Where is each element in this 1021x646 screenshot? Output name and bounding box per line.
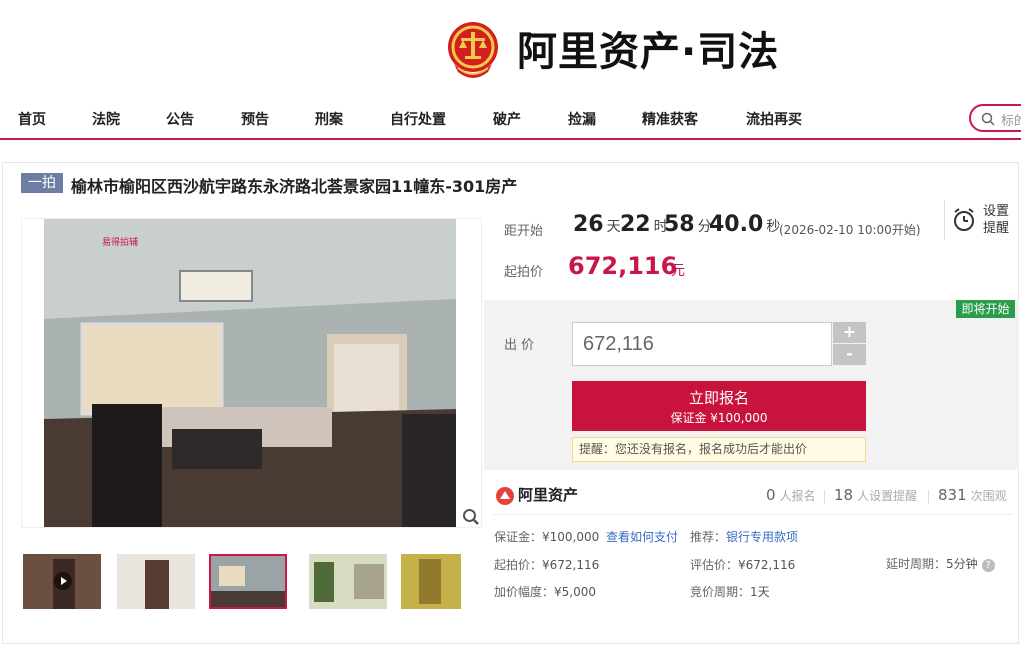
countdown-hours: 22 时 bbox=[620, 212, 668, 237]
set-reminder-button[interactable]: 设置 提醒 bbox=[983, 203, 1009, 237]
divider bbox=[928, 490, 929, 504]
start-price-label: 起拍价 bbox=[504, 265, 544, 280]
main-photo[interactable]: 易得拍辅 bbox=[21, 218, 482, 528]
photo-watermark: 易得拍辅 bbox=[102, 236, 138, 248]
bank-account-link[interactable]: 银行专用款项 bbox=[726, 530, 798, 544]
nav-item-court[interactable]: 法院 bbox=[92, 109, 120, 129]
play-icon[interactable] bbox=[54, 572, 72, 590]
deposit-label: 保证金 ¥100,000 bbox=[670, 411, 768, 425]
signup-button[interactable]: 立即报名 保证金 ¥100,000 bbox=[572, 381, 866, 431]
start-price-value: 672,116 bbox=[568, 252, 678, 280]
view-count: 831 次围观 bbox=[938, 486, 1007, 504]
countdown-label: 距开始 bbox=[504, 224, 544, 239]
thumbnail-5[interactable] bbox=[401, 554, 479, 609]
signup-count: 0 人报名 bbox=[766, 486, 816, 504]
countdown-days: 26 天 bbox=[573, 212, 621, 237]
search-icon bbox=[981, 112, 995, 126]
divider bbox=[944, 200, 945, 240]
main-nav: 首页 法院 公告 预告 刑案 自行处置 破产 捡漏 精准获客 流拍再买 bbox=[0, 100, 1021, 140]
listing-title: 榆林市榆阳区西沙航宇路东永济路北荟景家园11幢东-301房产 bbox=[71, 177, 518, 196]
how-to-pay-link[interactable]: 查看如何支付 bbox=[606, 528, 678, 545]
search-placeholder: 标的 bbox=[1001, 114, 1021, 129]
nav-item-rebuy[interactable]: 流拍再买 bbox=[746, 109, 802, 129]
bid-amount-input[interactable]: 672,116 bbox=[572, 322, 832, 366]
auction-round-tag: 一拍 bbox=[21, 173, 63, 193]
recommend-info: 推荐：银行专用款项 bbox=[690, 530, 799, 544]
zoom-icon[interactable] bbox=[462, 508, 480, 526]
status-badge: 即将开始 bbox=[956, 300, 1015, 318]
thumbnail-3-selected[interactable] bbox=[209, 554, 287, 609]
bid-decrease-button[interactable]: - bbox=[833, 344, 866, 365]
evaluation-price-info: 评估价：¥672,116 bbox=[690, 558, 796, 572]
increment-info: 加价幅度：¥5,000 bbox=[494, 585, 597, 599]
bid-cycle-info: 竞价周期：1天 bbox=[690, 585, 770, 599]
site-header: 阿里资产·司法 bbox=[0, 0, 1021, 100]
divider bbox=[493, 514, 1013, 515]
platform-name: 阿里资产 bbox=[518, 486, 579, 504]
alarm-clock-icon[interactable] bbox=[952, 207, 976, 233]
thumbnail-2[interactable] bbox=[117, 554, 195, 609]
reminder-count: 18 人设置提醒 bbox=[834, 486, 918, 504]
thumbnail-image bbox=[309, 554, 387, 609]
nav-item-bargain[interactable]: 捡漏 bbox=[568, 109, 596, 129]
delay-period-info: 延时周期：5分钟? bbox=[886, 555, 995, 572]
signup-label: 立即报名 bbox=[688, 389, 749, 407]
court-emblem-icon bbox=[448, 22, 498, 78]
deposit-info: 保证金：¥100,000 bbox=[494, 530, 600, 544]
thumbnail-image bbox=[117, 554, 195, 609]
start-price-info: 起拍价：¥672,116 bbox=[494, 558, 600, 572]
brand-name[interactable]: 阿里资产·司法 bbox=[517, 26, 779, 78]
signup-warning: 提醒：您还没有报名，报名成功后才能出价 bbox=[572, 437, 866, 462]
countdown-seconds: 40.0 秒 bbox=[709, 212, 781, 237]
ali-assets-logo-icon bbox=[496, 487, 514, 505]
nav-item-bankruptcy[interactable]: 破产 bbox=[493, 109, 521, 129]
search-input[interactable]: 标的 bbox=[969, 104, 1021, 132]
nav-item-precise-leads[interactable]: 精准获客 bbox=[642, 109, 698, 129]
thumbnail-4[interactable] bbox=[309, 554, 387, 609]
bid-increase-button[interactable]: + bbox=[833, 322, 866, 343]
reminder-line1: 设置 bbox=[983, 204, 1010, 219]
nav-item-preview[interactable]: 预告 bbox=[241, 109, 269, 129]
bid-label: 出 价 bbox=[504, 338, 535, 353]
help-icon[interactable]: ? bbox=[981, 559, 995, 572]
countdown-minutes: 58 分 bbox=[664, 212, 712, 237]
nav-item-home[interactable]: 首页 bbox=[18, 109, 46, 129]
nav-item-criminal[interactable]: 刑案 bbox=[315, 109, 343, 129]
nav-item-self-disposal[interactable]: 自行处置 bbox=[390, 109, 446, 129]
nav-item-notice[interactable]: 公告 bbox=[166, 109, 194, 129]
room-photo-image: 易得拍辅 bbox=[44, 219, 456, 527]
thumbnail-image bbox=[401, 554, 461, 609]
start-price-unit: 元 bbox=[671, 263, 685, 279]
reminder-line2: 提醒 bbox=[983, 221, 1010, 236]
start-time-note: (2026-02-10 10:00开始) bbox=[779, 223, 921, 237]
divider bbox=[824, 490, 825, 504]
thumbnail-image bbox=[211, 556, 285, 607]
